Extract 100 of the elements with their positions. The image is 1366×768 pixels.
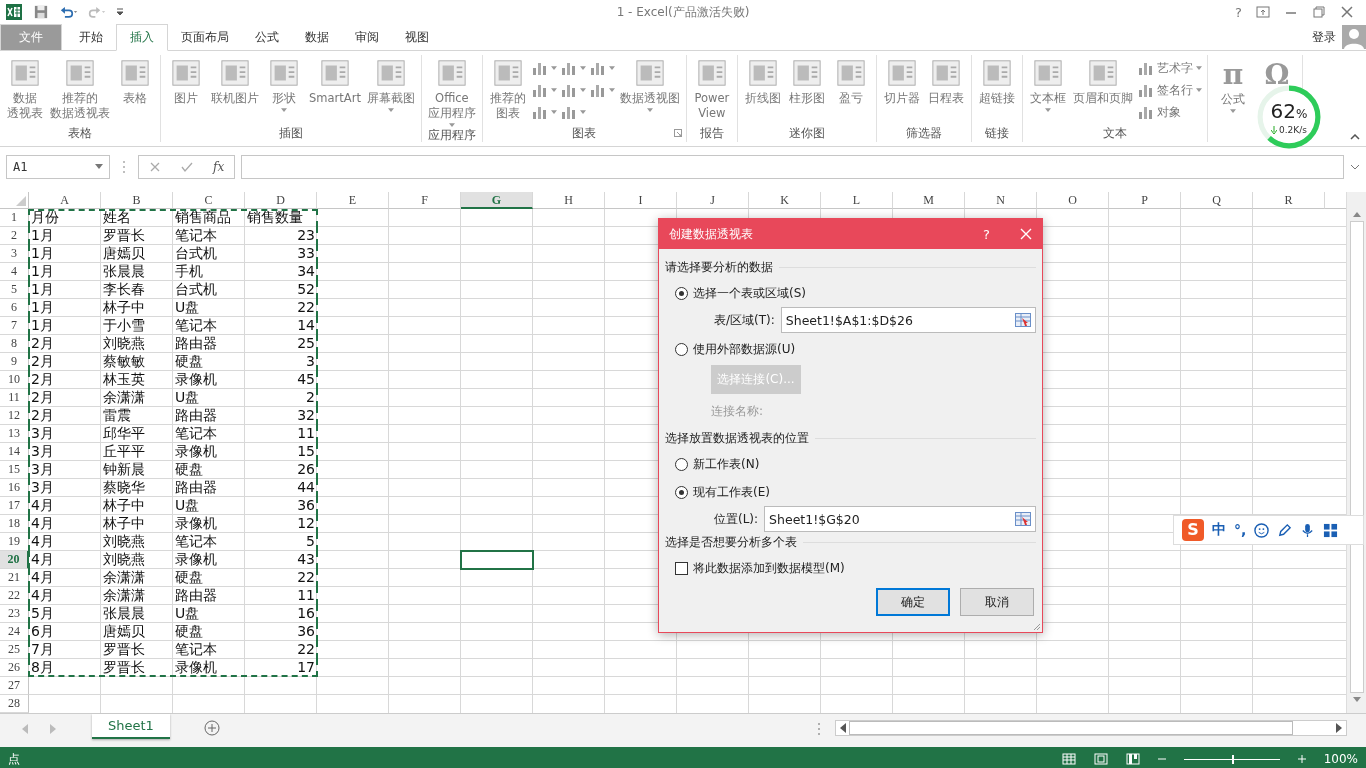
ribbon-button[interactable]: 数据透视图 [617,58,682,124]
ribbon-button[interactable]: 文本框 [1026,58,1069,124]
scroll-up-icon[interactable] [1352,212,1361,217]
row-header[interactable]: 17 [0,497,29,515]
row-header[interactable]: 15 [0,461,29,479]
ribbon-tab[interactable]: 数据 [292,25,342,50]
horizontal-scrollbar[interactable] [835,720,1347,736]
scroll-right-icon[interactable] [1336,723,1342,733]
scroll-thumb[interactable] [1349,221,1364,693]
ribbon-button[interactable]: π 公式 [1211,58,1254,124]
zoom-level[interactable]: 100% [1323,752,1358,766]
row-header[interactable]: 27 [0,677,29,695]
ribbon-button[interactable]: 表格 [114,58,156,124]
column-header[interactable]: N [965,192,1037,209]
help-button[interactable]: ? [983,226,990,242]
radio-option[interactable]: 使用外部数据源(U) [665,337,796,361]
ribbon-display-icon[interactable] [1256,6,1270,18]
active-cell[interactable] [460,550,534,570]
collapse-ribbon-icon[interactable] [1350,134,1360,140]
ribbon-button[interactable]: 屏幕截图 [364,58,417,124]
radio-option[interactable]: 现有工作表(E) [665,480,770,504]
ribbon-button[interactable]: 推荐的 数据透视表 [48,58,112,124]
ribbon-button[interactable]: 切片器 [880,58,923,124]
row-header[interactable]: 4 [0,263,29,281]
language-mode[interactable]: 中 [1212,521,1226,539]
row-header[interactable]: 13 [0,425,29,443]
range-picker-icon[interactable] [1015,313,1031,327]
checkmark-icon[interactable] [181,160,193,173]
undo-icon[interactable] [60,5,78,19]
sign-in-link[interactable]: 登录 [1312,28,1336,46]
scroll-left-icon[interactable] [840,723,846,733]
ribbon-button[interactable]: SmartArt [307,58,363,124]
radio-option[interactable]: 选择一个表或区域(S) [665,281,806,305]
zoom-in-icon[interactable] [1297,755,1306,763]
ribbon-button[interactable]: 推荐的 图表 [486,58,529,124]
row-header[interactable]: 22 [0,587,29,605]
column-header[interactable]: P [1109,192,1181,209]
cancel-button[interactable]: 取消 [960,588,1034,616]
checkbox-option[interactable]: 将此数据添加到数据模型(M) [665,556,845,580]
grid-icon[interactable] [1323,522,1339,538]
row-header[interactable]: 5 [0,281,29,299]
column-header[interactable]: L [821,192,893,209]
ribbon-button[interactable]: 折线图 [741,58,784,124]
row-header[interactable]: 18 [0,515,29,533]
column-header[interactable]: R [1253,192,1325,209]
row-header[interactable]: 14 [0,443,29,461]
ribbon-button[interactable]: 超链接 [975,58,1018,124]
row-header[interactable]: 26 [0,659,29,677]
resize-grip-icon[interactable] [1033,623,1041,631]
ribbon-button[interactable]: 图片 [165,58,207,124]
memory-meter-tooltip[interactable]: 62% 0.2K/s [1256,84,1322,150]
row-header[interactable]: 23 [0,605,29,623]
scroll-down-icon[interactable] [1352,697,1361,702]
add-sheet-icon[interactable] [203,720,220,736]
column-header[interactable]: A [29,192,101,209]
dialog-launcher-icon[interactable] [673,129,682,137]
ribbon-button[interactable]: 日程表 [924,58,967,124]
previous-sheet-icon[interactable] [22,724,28,734]
column-header[interactable]: O [1037,192,1109,209]
redo-icon[interactable] [88,5,106,19]
select-all-icon[interactable] [16,196,26,206]
page-break-icon[interactable] [1125,753,1140,765]
help-button[interactable]: ? [1235,4,1242,20]
next-sheet-icon[interactable] [50,724,56,734]
ribbon-tab[interactable]: 视图 [392,25,442,50]
column-header[interactable]: B [101,192,173,209]
row-header[interactable]: 24 [0,623,29,641]
pen-icon[interactable] [1277,522,1293,538]
close-icon[interactable] [1340,6,1354,18]
ribbon-button[interactable]: Office 应用程序 [425,58,478,127]
grip-icon[interactable] [122,159,126,174]
ribbon-tab[interactable]: 页面布局 [168,25,242,50]
row-header[interactable]: 7 [0,317,29,335]
cancel-icon[interactable] [149,160,161,173]
column-header[interactable]: E [317,192,389,209]
row-header[interactable]: 10 [0,371,29,389]
page-layout-icon[interactable] [1093,753,1108,765]
ribbon-tab[interactable]: 审阅 [342,25,392,50]
row-header[interactable]: 2 [0,227,29,245]
ribbon-small-button[interactable]: 对象 [1137,102,1202,122]
smiley-icon[interactable] [1254,522,1270,538]
ribbon-small-button[interactable]: 艺术字 [1137,58,1202,78]
ribbon-tab[interactable]: 插入 [116,24,168,51]
formula-input[interactable] [241,154,1344,179]
column-header[interactable]: G [461,192,533,209]
location-field[interactable]: Sheet1!$G$20 [764,506,1036,532]
ribbon-button[interactable]: Power View [690,58,733,124]
column-header[interactable]: Q [1181,192,1253,209]
ribbon-button[interactable]: 盈亏 [829,58,872,124]
row-header[interactable]: 8 [0,335,29,353]
radio-option[interactable]: 新工作表(N) [665,452,760,476]
restore-icon[interactable] [1312,6,1326,18]
row-header[interactable]: 9 [0,353,29,371]
column-header[interactable]: K [749,192,821,209]
row-header[interactable]: 21 [0,569,29,587]
ribbon-small-button[interactable]: 签名行 [1137,80,1202,100]
row-header[interactable]: 11 [0,389,29,407]
row-header[interactable]: 12 [0,407,29,425]
column-header[interactable]: M [893,192,965,209]
ribbon-tab[interactable]: 开始 [66,25,116,50]
